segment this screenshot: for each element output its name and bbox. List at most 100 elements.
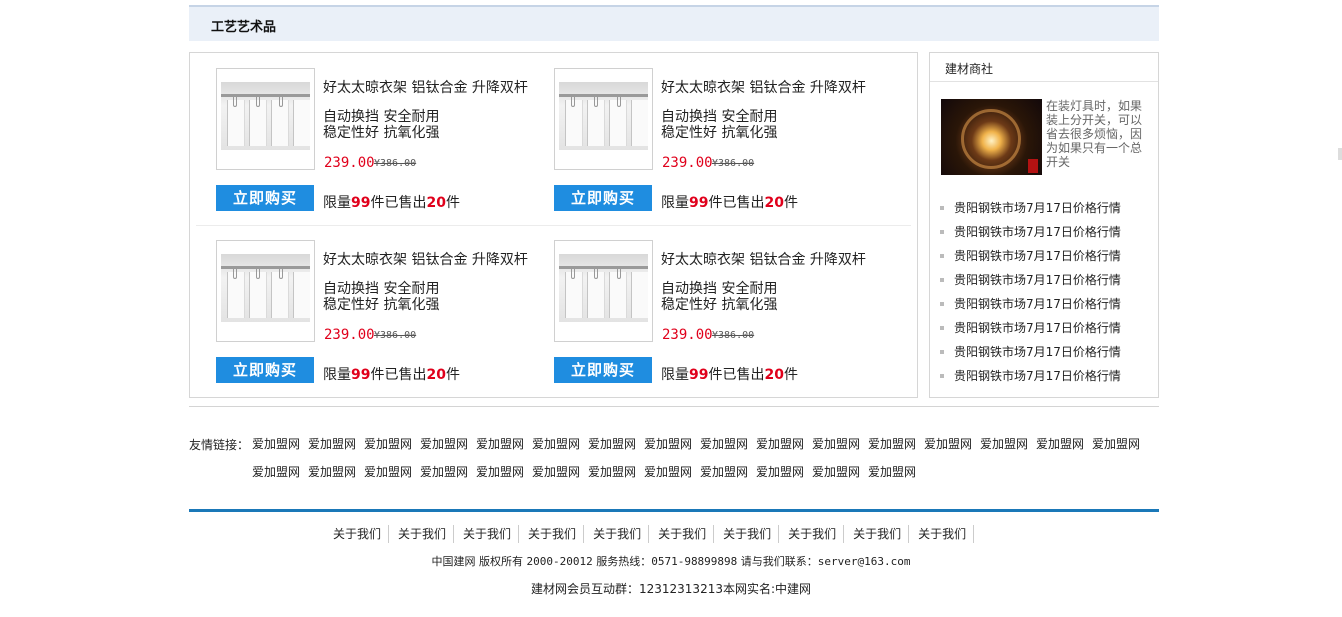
product-card: 好太太晾衣架 铝钛合金 升降双杆 自动换挡 安全耐用 稳定性好 抗氧化强 239.00…	[216, 68, 546, 218]
footer-nav-about-us[interactable]: 关于我们	[850, 525, 910, 543]
product-thumbnail[interactable]	[554, 68, 653, 170]
footer-nav-about-us[interactable]: 关于我们	[395, 525, 455, 543]
friend-link[interactable]: 爱加盟网	[700, 460, 756, 488]
friend-link[interactable]: 爱加盟网	[364, 432, 420, 460]
friend-link[interactable]: 爱加盟网	[812, 460, 868, 488]
side-feature-image-lamp[interactable]	[941, 99, 1042, 175]
footer-nav-about-us[interactable]: 关于我们	[330, 525, 390, 543]
friend-link[interactable]: 爱加盟网	[812, 432, 868, 460]
footer-nav-about-us[interactable]: 关于我们	[655, 525, 715, 543]
scrollbar-edge[interactable]	[1338, 148, 1342, 160]
friend-link[interactable]: 爱加盟网	[644, 460, 700, 488]
side-title[interactable]: 建材商社	[945, 60, 993, 77]
side-news-item[interactable]: 贵阳钢铁市场7月17日价格行情	[940, 292, 1150, 316]
friend-link[interactable]: 爱加盟网	[532, 432, 588, 460]
friend-link[interactable]: 爱加盟网	[868, 460, 924, 488]
bullet-icon	[940, 326, 944, 330]
product-price: 239.00	[662, 155, 713, 171]
side-news-item[interactable]: 贵阳钢铁市场7月17日价格行情	[940, 268, 1150, 292]
friend-link[interactable]: 爱加盟网	[588, 460, 644, 488]
sold-prefix: 限量	[323, 367, 351, 383]
friend-link[interactable]: 爱加盟网	[980, 432, 1036, 460]
friend-link[interactable]: 爱加盟网	[420, 432, 476, 460]
rack-panel-shape	[631, 272, 648, 318]
footer-nav-about-us[interactable]: 关于我们	[525, 525, 585, 543]
rack-panel-shape	[565, 100, 583, 146]
lamp-ring-shape	[961, 109, 1021, 169]
contact-email[interactable]: server@163.com	[818, 555, 911, 568]
friend-link[interactable]: 爱加盟网	[308, 460, 364, 488]
friend-link[interactable]: 爱加盟网	[1036, 432, 1092, 460]
side-feature-text[interactable]: 在装灯具时，如果装上分开关，可以省去很多烦恼，因为如果只有一个总开关	[1046, 99, 1150, 169]
product-price: 239.00	[662, 327, 713, 343]
friend-link[interactable]: 爱加盟网	[868, 432, 924, 460]
side-news-item[interactable]: 贵阳钢铁市场7月17日价格行情	[940, 364, 1150, 388]
side-news-item[interactable]: 贵阳钢铁市场7月17日价格行情	[940, 220, 1150, 244]
section-title: 工艺艺术品	[211, 20, 277, 35]
hanger-hook-shape	[279, 269, 283, 279]
bullet-icon	[940, 278, 944, 282]
hanger-hook-shape	[256, 97, 260, 107]
friend-link[interactable]: 爱加盟网	[476, 460, 532, 488]
friend-link[interactable]: 爱加盟网	[532, 460, 588, 488]
friend-link[interactable]: 爱加盟网	[924, 432, 980, 460]
sold-prefix: 限量	[661, 367, 689, 383]
friend-link[interactable]: 爱加盟网	[756, 432, 812, 460]
rack-panel-shape	[293, 272, 310, 318]
footer-nav-about-us[interactable]: 关于我们	[590, 525, 650, 543]
product-sold-info: 限量99件已售出20件	[323, 364, 460, 384]
product-image-clothes-rack	[559, 82, 648, 150]
sold-middle: 件已售出	[370, 195, 427, 211]
buy-now-button[interactable]: 立即购买	[216, 185, 314, 211]
sold-middle: 件已售出	[708, 195, 765, 211]
product-title[interactable]: 好太太晾衣架 铝钛合金 升降双杆	[323, 249, 528, 269]
friend-links-label: 友情链接：	[189, 438, 250, 452]
friend-link[interactable]: 爱加盟网	[420, 460, 476, 488]
main-divider	[189, 406, 1159, 407]
friend-link[interactable]: 爱加盟网	[252, 460, 308, 488]
friend-link[interactable]: 爱加盟网	[364, 460, 420, 488]
sold-middle: 件已售出	[370, 367, 427, 383]
product-image-clothes-rack	[221, 82, 310, 150]
friend-link[interactable]: 爱加盟网	[700, 432, 756, 460]
footer-nav-about-us[interactable]: 关于我们	[785, 525, 845, 543]
friend-link[interactable]: 爱加盟网	[476, 432, 532, 460]
product-description-line-2: 稳定性好 抗氧化强	[661, 125, 778, 141]
buy-now-button[interactable]: 立即购买	[554, 185, 652, 211]
footer-nav-about-us[interactable]: 关于我们	[720, 525, 780, 543]
friend-link[interactable]: 爱加盟网	[252, 432, 308, 460]
friend-link[interactable]: 爱加盟网	[308, 432, 364, 460]
product-original-price: ¥386.00	[374, 330, 417, 341]
hanger-hook-shape	[233, 97, 237, 107]
limit-count: 99	[689, 367, 709, 383]
product-original-price: ¥386.00	[712, 158, 755, 169]
buy-now-button[interactable]: 立即购买	[554, 357, 652, 383]
sold-suffix: 件	[783, 367, 798, 383]
friend-link[interactable]: 爱加盟网	[1092, 432, 1148, 460]
product-title[interactable]: 好太太晾衣架 铝钛合金 升降双杆	[661, 249, 866, 269]
footer-nav-about-us[interactable]: 关于我们	[915, 525, 975, 543]
side-news-item[interactable]: 贵阳钢铁市场7月17日价格行情	[940, 244, 1150, 268]
side-news-item[interactable]: 贵阳钢铁市场7月17日价格行情	[940, 196, 1150, 220]
side-panel: 建材商社 在装灯具时，如果装上分开关，可以省去很多烦恼，因为如果只有一个总开关 …	[929, 52, 1159, 398]
buy-now-button[interactable]: 立即购买	[216, 357, 314, 383]
friend-link[interactable]: 爱加盟网	[756, 460, 812, 488]
footer-bar	[189, 509, 1159, 512]
side-news-item[interactable]: 贵阳钢铁市场7月17日价格行情	[940, 316, 1150, 340]
product-thumbnail[interactable]	[216, 240, 315, 342]
footer-nav-about-us[interactable]: 关于我们	[460, 525, 520, 543]
product-title[interactable]: 好太太晾衣架 铝钛合金 升降双杆	[323, 77, 528, 97]
side-news-title: 贵阳钢铁市场7月17日价格行情	[954, 249, 1121, 263]
product-thumbnail[interactable]	[554, 240, 653, 342]
product-thumbnail[interactable]	[216, 68, 315, 170]
bullet-icon	[940, 254, 944, 258]
friend-link[interactable]: 爱加盟网	[644, 432, 700, 460]
friend-link[interactable]: 爱加盟网	[588, 432, 644, 460]
sold-suffix: 件	[783, 195, 798, 211]
product-description-line-2: 稳定性好 抗氧化强	[323, 125, 440, 141]
side-news-item[interactable]: 贵阳钢铁市场7月17日价格行情	[940, 340, 1150, 364]
rack-panel-shape	[227, 272, 245, 318]
sold-prefix: 限量	[323, 195, 351, 211]
side-news-title: 贵阳钢铁市场7月17日价格行情	[954, 369, 1121, 383]
product-title[interactable]: 好太太晾衣架 铝钛合金 升降双杆	[661, 77, 866, 97]
